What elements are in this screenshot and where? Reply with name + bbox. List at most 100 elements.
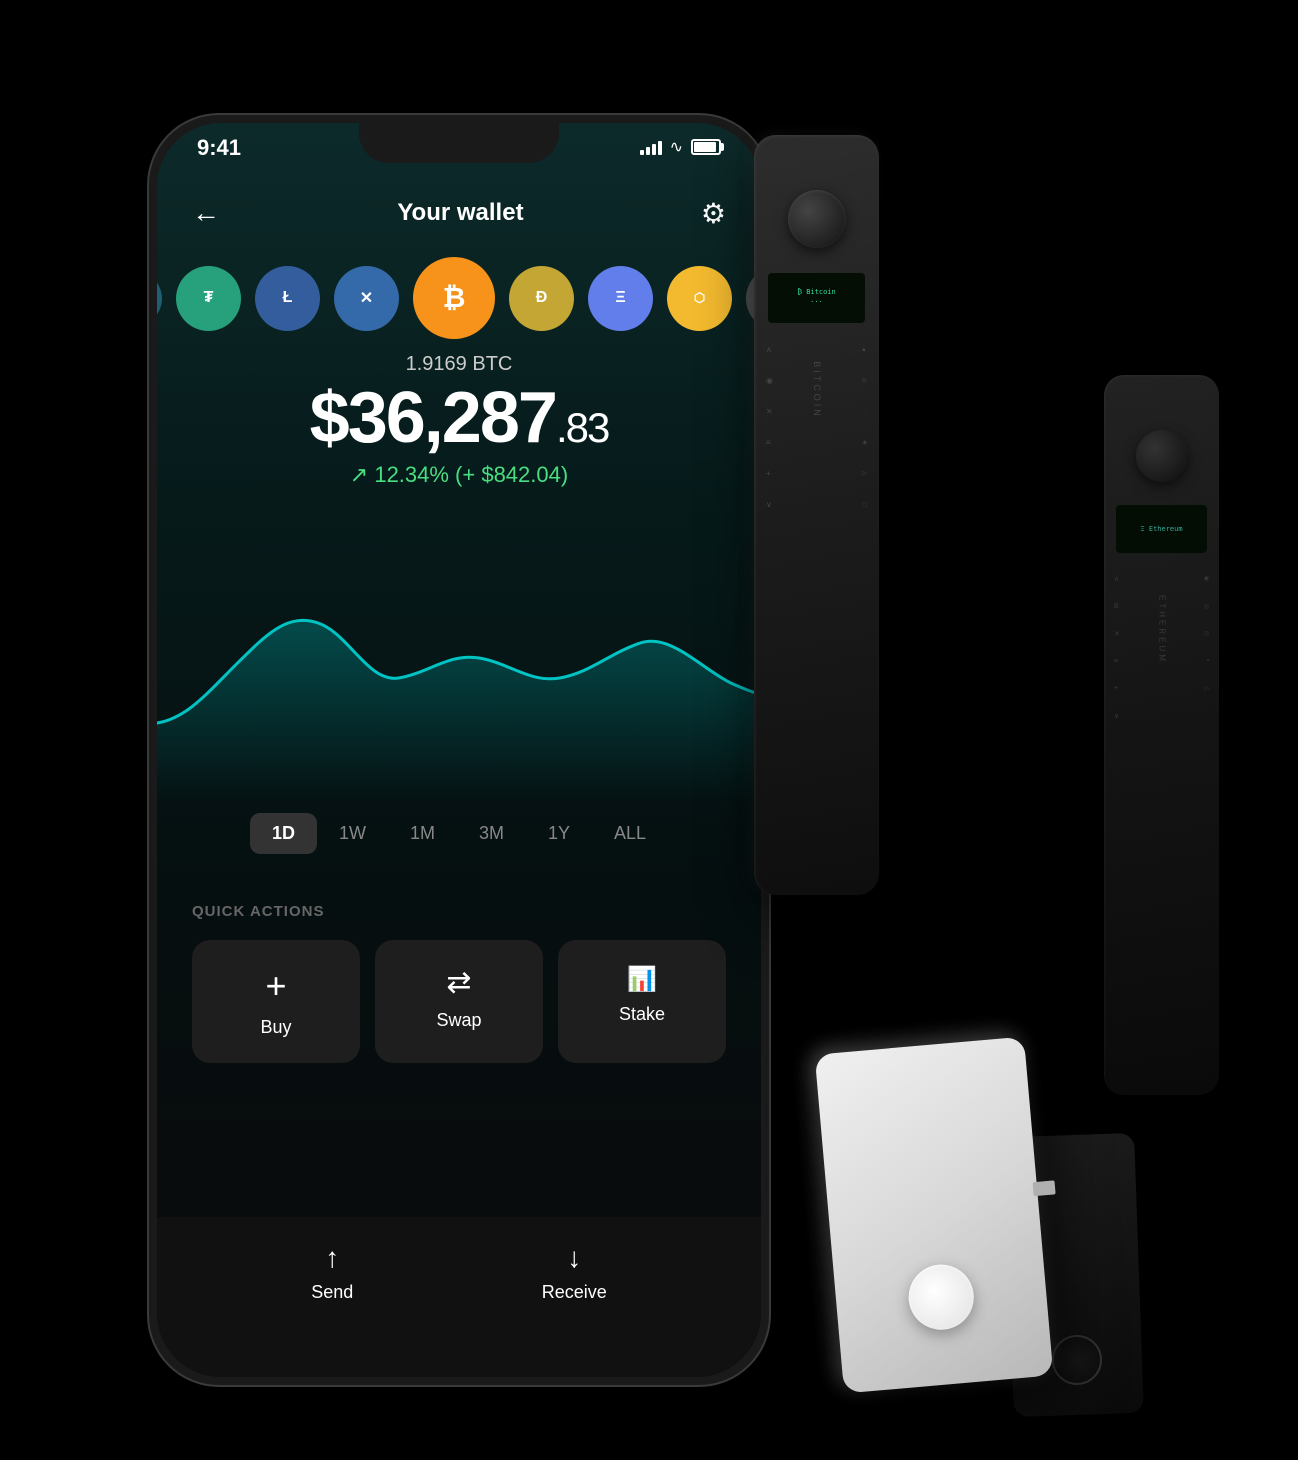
- time-btn-1w[interactable]: 1W: [317, 813, 388, 854]
- coin-doge[interactable]: Ð: [509, 266, 574, 331]
- back-button[interactable]: ←: [192, 197, 220, 229]
- scene: 9:41 ∿ ← Your wallet: [99, 55, 1199, 1405]
- nav2-sym-3: B: [1114, 603, 1119, 610]
- bottom-nav: ↑ Send ↓ Receive: [157, 1217, 761, 1377]
- coin-btc[interactable]: ₿: [413, 257, 495, 339]
- dollar-sign: $: [310, 378, 348, 458]
- device-display-text-2: Ξ Ethereum: [1140, 525, 1182, 533]
- phone-device: 9:41 ∿ ← Your wallet: [149, 115, 769, 1385]
- signal-bar-3: [652, 144, 656, 155]
- device-display-2: Ξ Ethereum: [1116, 505, 1207, 553]
- ledger-nano-x-black-2: Ξ Ethereum Ethereum ∧ ◉ B ◎ ✕ ◷ ≡: [1104, 375, 1219, 1095]
- time-btn-1m[interactable]: 1M: [388, 813, 457, 854]
- coin-xrp[interactable]: ✕: [334, 266, 399, 331]
- stake-icon: 📊: [627, 965, 657, 994]
- signal-icon: [640, 139, 662, 155]
- nav-sym-7: ≡: [766, 438, 771, 447]
- phone-screen: 9:41 ∿ ← Your wallet: [157, 123, 761, 1377]
- chart-section: [157, 523, 761, 803]
- balance-crypto: 1.9169 BTC: [157, 353, 761, 376]
- small-black-button: [1051, 1334, 1103, 1386]
- nav-sym-6: ◌: [863, 409, 867, 415]
- quick-actions-section: QUICK ACTIONS + Buy ⇄ Swap 📊 Stake: [157, 903, 761, 1063]
- nav2-row-5: + ▷: [1114, 685, 1209, 692]
- coin-prev[interactable]: ◀: [157, 271, 162, 326]
- nav2-row-2: B ◎: [1114, 603, 1209, 610]
- nav-row-6: ∨ ◻: [766, 500, 867, 509]
- device-brand-1: Bitcoin: [812, 361, 822, 419]
- nav2-sym-4: ◎: [1204, 603, 1209, 610]
- nav2-sym-11: ∨: [1114, 712, 1119, 720]
- quick-actions-label: QUICK ACTIONS: [192, 903, 726, 920]
- ledger-body-1: ₿ Bitcoin··· ∧ ▲ ◉ ◎ ✕ ◌ ≡ ◈: [754, 135, 879, 895]
- nav-sym-10: ▷: [862, 470, 867, 477]
- ledger-nano-x-black: ₿ Bitcoin··· ∧ ▲ ◉ ◎ ✕ ◌ ≡ ◈: [754, 135, 879, 895]
- phone-notch: [359, 123, 559, 163]
- nav2-sym-9: +: [1114, 685, 1118, 692]
- coin-ltc[interactable]: Ł: [255, 266, 320, 331]
- buy-button[interactable]: + Buy: [192, 940, 360, 1063]
- nav2-row-6: ∨: [1114, 712, 1209, 720]
- signal-bar-1: [640, 150, 644, 155]
- receive-icon: ↓: [567, 1242, 581, 1274]
- device-display-1: ₿ Bitcoin···: [768, 273, 865, 323]
- swap-icon: ⇄: [446, 965, 471, 1000]
- send-button[interactable]: ↑ Send: [311, 1242, 353, 1303]
- time-btn-1y[interactable]: 1Y: [526, 813, 592, 854]
- chart-area: [157, 620, 761, 803]
- ledger-nano-s-white: [829, 1045, 1039, 1385]
- nav2-sym-1: ∧: [1114, 575, 1119, 583]
- signal-bar-4: [658, 141, 662, 155]
- nav2-sym-8: ▪: [1207, 658, 1209, 665]
- device-circle-button-2: [1136, 430, 1188, 482]
- settings-button[interactable]: ⚙: [701, 197, 726, 230]
- nav-sym-12: ◻: [862, 501, 867, 508]
- coin-bnb[interactable]: ⬡: [667, 266, 732, 331]
- time-btn-3m[interactable]: 3M: [457, 813, 526, 854]
- nav2-sym-2: ◉: [1204, 575, 1209, 583]
- nav2-sym-6: ◷: [1204, 630, 1209, 638]
- stake-button[interactable]: 📊 Stake: [558, 940, 726, 1063]
- nav-sym-5: ✕: [766, 407, 773, 416]
- nav-sym-1: ∧: [766, 345, 772, 354]
- device-circle-button-1: [788, 190, 846, 248]
- device-nav-area-2: ∧ ◉ B ◎ ✕ ◷ ≡ ▪ + ▷: [1114, 575, 1209, 720]
- stake-label: Stake: [619, 1004, 665, 1025]
- time-btn-1d[interactable]: 1D: [250, 813, 317, 854]
- swap-button[interactable]: ⇄ Swap: [375, 940, 543, 1063]
- nav2-sym-10: ▷: [1204, 685, 1209, 692]
- wifi-icon: ∿: [670, 137, 683, 157]
- balance-main: 36,287: [348, 378, 556, 458]
- nav2-sym-7: ≡: [1114, 658, 1118, 665]
- nav2-row-4: ≡ ▪: [1114, 658, 1209, 665]
- balance-change: ↗ 12.34% (+ $842.04): [157, 462, 761, 488]
- time-btn-all[interactable]: ALL: [592, 813, 668, 854]
- nav2-sym-5: ✕: [1114, 630, 1120, 638]
- balance-amount: $36,287.83: [157, 382, 761, 454]
- status-time: 9:41: [197, 135, 241, 161]
- buy-label: Buy: [260, 1017, 291, 1038]
- nav-sym-11: ∨: [766, 500, 772, 509]
- nav2-row-3: ✕ ◷: [1114, 630, 1209, 638]
- nav2-row-1: ∧ ◉: [1114, 575, 1209, 583]
- coin-carousel: ◀ ₮ Ł ✕ ₿ Ð Ξ ⬡ A: [157, 253, 761, 343]
- status-icons: ∿: [640, 137, 721, 157]
- usb-connector: [1033, 1180, 1056, 1196]
- send-label: Send: [311, 1282, 353, 1303]
- battery-icon: [691, 139, 721, 155]
- nav-sym-8: ◈: [862, 439, 867, 446]
- nav-row-5: + ▷: [766, 469, 867, 478]
- signal-bar-2: [646, 147, 650, 155]
- send-icon: ↑: [325, 1242, 339, 1274]
- coin-eth[interactable]: Ξ: [588, 266, 653, 331]
- buy-icon: +: [265, 965, 286, 1007]
- swap-label: Swap: [436, 1010, 481, 1031]
- nav-row-1: ∧ ▲: [766, 345, 867, 354]
- receive-button[interactable]: ↓ Receive: [542, 1242, 607, 1303]
- balance-section: 1.9169 BTC $36,287.83 ↗ 12.34% (+ $842.0…: [157, 353, 761, 488]
- ledger-body-2: Ξ Ethereum Ethereum ∧ ◉ B ◎ ✕ ◷ ≡: [1104, 375, 1219, 1095]
- nav-sym-9: +: [766, 469, 771, 478]
- price-chart: [157, 523, 761, 803]
- header-title: Your wallet: [397, 199, 523, 227]
- coin-usdt[interactable]: ₮: [176, 266, 241, 331]
